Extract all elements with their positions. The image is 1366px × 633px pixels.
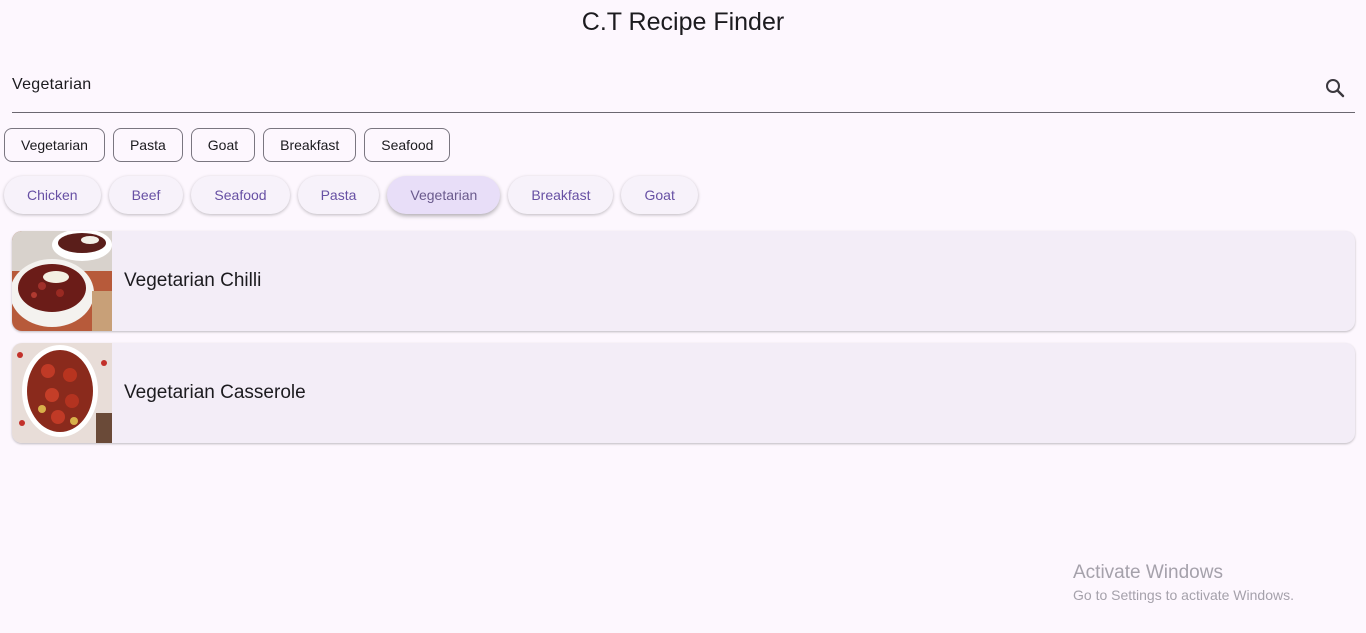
search-bar <box>12 62 1355 113</box>
watermark-title: Activate Windows <box>1073 562 1223 583</box>
search-input[interactable] <box>12 72 1302 98</box>
recent-chip[interactable]: Vegetarian <box>4 128 105 162</box>
category-chip-chicken[interactable]: Chicken <box>4 176 101 214</box>
watermark-subtitle: Go to Settings to activate Windows. <box>1073 587 1294 603</box>
list-item[interactable]: Vegetarian Chilli <box>12 231 1355 331</box>
category-chip-seafood[interactable]: Seafood <box>191 176 290 214</box>
category-chip-goat[interactable]: Goat <box>621 176 698 214</box>
category-chip-pasta[interactable]: Pasta <box>297 176 380 214</box>
recipe-thumbnail <box>12 231 112 331</box>
recipe-list: Vegetarian Chilli Vegetarian Casserole <box>12 231 1355 455</box>
recent-chip[interactable]: Pasta <box>112 128 183 162</box>
recipe-name: Vegetarian Chilli <box>124 270 262 291</box>
recent-chip[interactable]: Goat <box>190 128 256 162</box>
recent-searches: Vegetarian Pasta Goat Breakfast Seafood <box>4 128 451 162</box>
recipe-name: Vegetarian Casserole <box>124 382 306 403</box>
category-chip-beef[interactable]: Beef <box>108 176 184 214</box>
recipe-thumbnail <box>12 343 112 443</box>
recent-chip[interactable]: Breakfast <box>263 128 357 162</box>
category-chip-breakfast[interactable]: Breakfast <box>508 176 614 214</box>
category-chips: Chicken Beef Seafood Pasta Vegetarian Br… <box>4 176 698 214</box>
search-icon[interactable] <box>1323 76 1347 100</box>
category-chip-vegetarian[interactable]: Vegetarian <box>387 176 501 214</box>
windows-activation-watermark: Activate Windows Go to Settings to activ… <box>1073 562 1294 603</box>
recipe-finder-app: C.T Recipe Finder Vegetarian Pasta Goat … <box>0 0 1366 633</box>
recent-chip[interactable]: Seafood <box>364 128 451 162</box>
list-item[interactable]: Vegetarian Casserole <box>12 343 1355 443</box>
page-title: C.T Recipe Finder <box>581 8 785 36</box>
